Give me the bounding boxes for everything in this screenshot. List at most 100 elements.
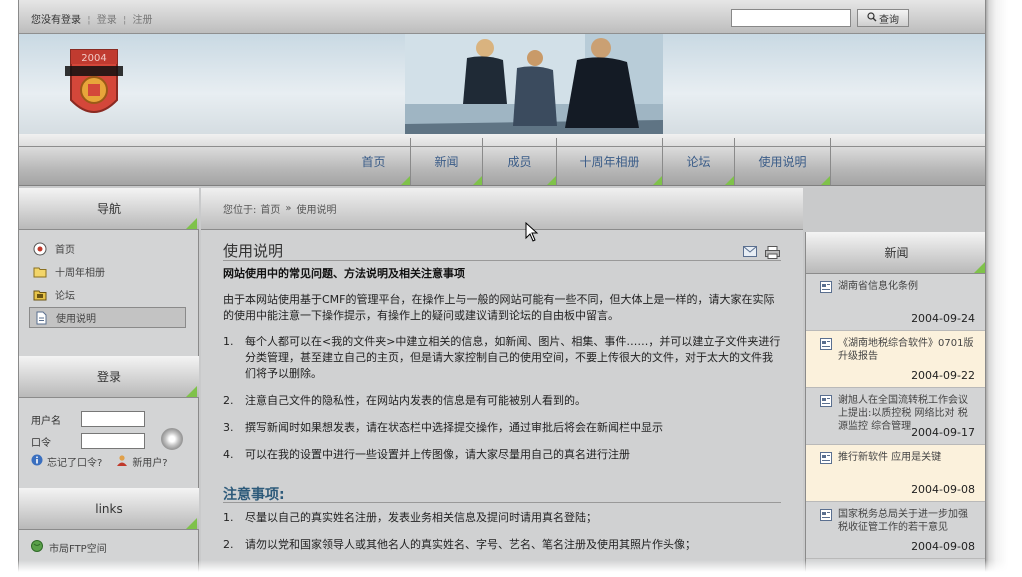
corner-marker <box>186 218 197 229</box>
news-icon <box>820 338 832 350</box>
breadcrumb-prefix: 您位于: <box>223 205 257 216</box>
list-item-text: 撰写新闻时如果想发表，请在状态栏中选择提交操作，通过审批后将会在新闻栏中显示 <box>245 421 663 434</box>
forum-folder-icon <box>33 288 47 302</box>
username-field[interactable] <box>81 411 145 427</box>
nav-item-label: 新闻 <box>434 155 459 169</box>
info-icon <box>31 454 43 469</box>
news-section-title: 新闻 <box>884 246 909 260</box>
usage-rules-list: 1. 每个人都可以在<我的文件夹>中建立相关的信息，如新闻、图片、相集、事件……，… <box>223 334 783 474</box>
password-field[interactable] <box>81 433 145 449</box>
sidebar-item-forum[interactable]: 论坛 <box>29 284 188 305</box>
login-status: 您没有登录 ¦ 登录 ¦ 注册 <box>31 11 153 26</box>
sidebar-item-help[interactable]: 使用说明 <box>29 307 186 328</box>
list-item: 3. 撰写新闻时如果想发表，请在状态栏中选择提交操作，通过审批后将会在新闻栏中显示 <box>223 420 783 436</box>
list-item-text: 尽量以自己的真实姓名注册，发表业务相关信息及提问时请用真名登陆； <box>245 511 597 524</box>
notice-heading: 注意事项: <box>223 487 285 503</box>
news-date: 2004-09-08 <box>911 483 975 496</box>
username-label: 用户名 <box>31 415 61 427</box>
news-sidebar: 新闻 湖南省信息化条例 2004-09-24 《湖南地税综合软件》0701版升级… <box>805 232 985 577</box>
user-icon <box>116 454 128 469</box>
list-item: 1. 每个人都可以在<我的文件夹>中建立相关的信息，如新闻、图片、相集、事件……，… <box>223 334 783 382</box>
corner-marker <box>821 176 830 185</box>
sidebar-item-label: 首页 <box>55 245 75 256</box>
nav-item-album[interactable]: 十周年相册 <box>557 138 663 185</box>
news-section-header: 新闻 <box>806 232 985 274</box>
sidebar-item-label: 使用说明 <box>56 314 96 325</box>
register-link[interactable]: 注册 <box>133 15 153 26</box>
nav-item-news[interactable]: 新闻 <box>411 138 483 185</box>
login-submit-button[interactable] <box>161 428 183 450</box>
top-bar: 您没有登录 ¦ 登录 ¦ 注册 查询 <box>19 0 985 34</box>
links-section-title: links <box>95 501 123 516</box>
login-status-text: 您没有登录 <box>31 15 81 26</box>
list-number: 3. <box>223 421 234 434</box>
link-item[interactable]: 市局FTP空间 <box>31 540 187 555</box>
article-subtitle: 网站使用中的常见问题、方法说明及相关注意事项 <box>223 267 465 280</box>
links-section: links 市局FTP空间 <box>19 488 199 565</box>
list-item-text: 每个人都可以在<我的文件夹>中建立相关的信息，如新闻、图片、相集、事件……，并可… <box>245 335 781 380</box>
news-item[interactable]: 谢旭人在全国流转税工作会议上提出:以质控税 网络比对 税源监控 综合管理 200… <box>806 388 985 445</box>
list-item: 1. 尽量以自己的真实姓名注册，发表业务相关信息及提问时请用真名登陆； <box>223 510 783 526</box>
news-title: 推行新软件 应用是关键 <box>838 452 942 463</box>
corner-marker <box>401 176 410 185</box>
password-label: 口令 <box>31 437 51 449</box>
username-row: 用户名 <box>31 408 186 430</box>
nav-section-title: 导航 <box>96 202 121 216</box>
list-number: 2. <box>223 394 234 407</box>
radio-icon <box>33 242 47 256</box>
page-margin-left <box>0 0 18 577</box>
news-date: 2004-09-08 <box>911 540 975 553</box>
mouse-cursor <box>525 221 539 245</box>
nav-item-label: 论坛 <box>686 155 711 169</box>
login-section-title: 登录 <box>96 370 121 384</box>
list-item-text: 可以在我的设置中进行一些设置并上传图像，请大家尽量用自己的真名进行注册 <box>245 448 630 461</box>
nav-item-label: 使用说明 <box>758 155 807 169</box>
list-item-text: 请勿以党和国家领导人或其他名人的真实姓名、字号、艺名、笔名注册及使用其照片作头像… <box>245 538 696 551</box>
separator: ¦ <box>122 15 127 26</box>
globe-icon <box>31 540 43 555</box>
nav-item-home[interactable]: 首页 <box>337 138 411 185</box>
corner-marker <box>974 262 985 273</box>
news-title: 湖南省信息化条例 <box>838 281 918 292</box>
nav-item-help[interactable]: 使用说明 <box>735 138 831 185</box>
breadcrumb: 您位于: 首页 » 使用说明 <box>201 188 803 230</box>
sidebar-item-home[interactable]: 首页 <box>29 238 188 259</box>
breadcrumb-home[interactable]: 首页 <box>260 201 280 216</box>
sidebar-item-label: 论坛 <box>55 291 75 302</box>
folder-icon <box>33 265 47 279</box>
login-link[interactable]: 登录 <box>97 15 117 26</box>
main-content: 您位于: 首页 » 使用说明 使用说明 网站使用中的常见问题、方法说明及相关注意… <box>201 188 803 577</box>
nav-item-forum[interactable]: 论坛 <box>663 138 735 185</box>
link-label: 市局FTP空间 <box>49 544 107 555</box>
nav-item-label: 成员 <box>507 155 532 169</box>
forgot-password-link[interactable]: 忘记了口令? <box>47 454 102 469</box>
breadcrumb-separator: » <box>285 203 292 214</box>
separator: ¦ <box>87 15 91 26</box>
browser-page: 您没有登录 ¦ 登录 ¦ 注册 查询 2004 首页 新闻 成员 十周年相册 论… <box>18 0 986 577</box>
list-number: 1. <box>223 511 234 524</box>
news-item[interactable]: 《湖南地税综合软件》0701版升级报告 2004-09-22 <box>806 331 985 388</box>
links-section-header: links <box>19 488 199 530</box>
news-icon <box>820 281 832 293</box>
news-item[interactable]: 国家税务总局关于进一步加强税收征管工作的若干意见 2004-09-08 <box>806 502 985 559</box>
news-title: 国家税务总局关于进一步加强税收征管工作的若干意见 <box>838 509 968 533</box>
list-number: 4. <box>223 448 234 461</box>
sidebar-item-label: 十周年相册 <box>55 268 105 279</box>
nav-section-header: 导航 <box>19 188 199 230</box>
nav-item-members[interactable]: 成员 <box>483 138 557 185</box>
site-logo[interactable]: 2004 <box>65 44 123 126</box>
sidebar-item-album[interactable]: 十周年相册 <box>29 261 188 282</box>
left-sidebar: 导航 首页 十周年相册 论坛 使用说明 登录 用户名 口令 忘记了口令? 新用户… <box>19 188 199 577</box>
news-icon <box>820 452 832 464</box>
search-button[interactable]: 查询 <box>857 9 909 27</box>
news-item[interactable]: 推行新软件 应用是关键 2004-09-08 <box>806 445 985 502</box>
new-user-link[interactable]: 新用户? <box>132 454 167 469</box>
logo-year: 2004 <box>81 53 106 64</box>
corner-marker <box>186 386 197 397</box>
notice-divider <box>223 502 781 503</box>
corner-marker <box>473 176 482 185</box>
news-date: 2004-09-24 <box>911 312 975 325</box>
search-button-label: 查询 <box>879 14 899 26</box>
news-item[interactable]: 湖南省信息化条例 2004-09-24 <box>806 274 985 331</box>
search-input[interactable] <box>731 9 851 27</box>
